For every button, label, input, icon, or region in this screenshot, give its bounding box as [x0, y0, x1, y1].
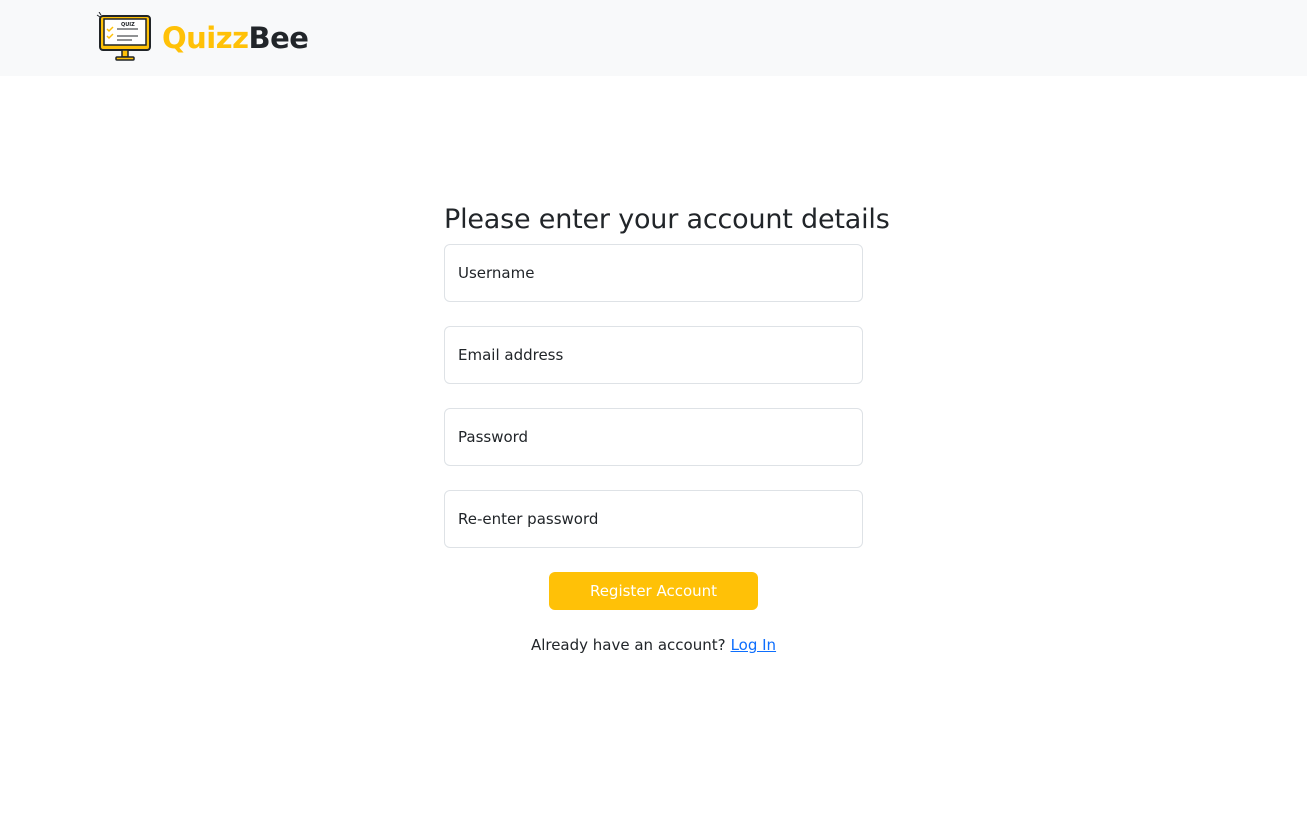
email-input[interactable] — [444, 326, 863, 384]
brand-link[interactable]: QUIZ QuizzBee — [96, 12, 309, 64]
confirm-password-input[interactable] — [444, 490, 863, 548]
quiz-monitor-icon: QUIZ — [96, 12, 151, 61]
register-form: Please enter your account details Regist… — [444, 200, 890, 654]
login-prompt-text: Already have an account? — [530, 636, 726, 654]
password-input[interactable] — [444, 408, 863, 466]
brand-name-part2: Bee — [248, 20, 309, 55]
brand-name: QuizzBee — [162, 20, 309, 55]
logo-quiz-text: QUIZ — [121, 22, 135, 28]
username-input[interactable] — [444, 244, 863, 302]
brand-name-part1: Quizz — [162, 20, 249, 55]
page-title: Please enter your account details — [444, 204, 890, 235]
navbar: QUIZ QuizzBee — [0, 0, 1307, 76]
login-prompt-line: Already have an account? Log In — [444, 636, 863, 654]
register-account-button[interactable]: Register Account — [549, 572, 758, 610]
login-link[interactable]: Log In — [731, 636, 777, 654]
